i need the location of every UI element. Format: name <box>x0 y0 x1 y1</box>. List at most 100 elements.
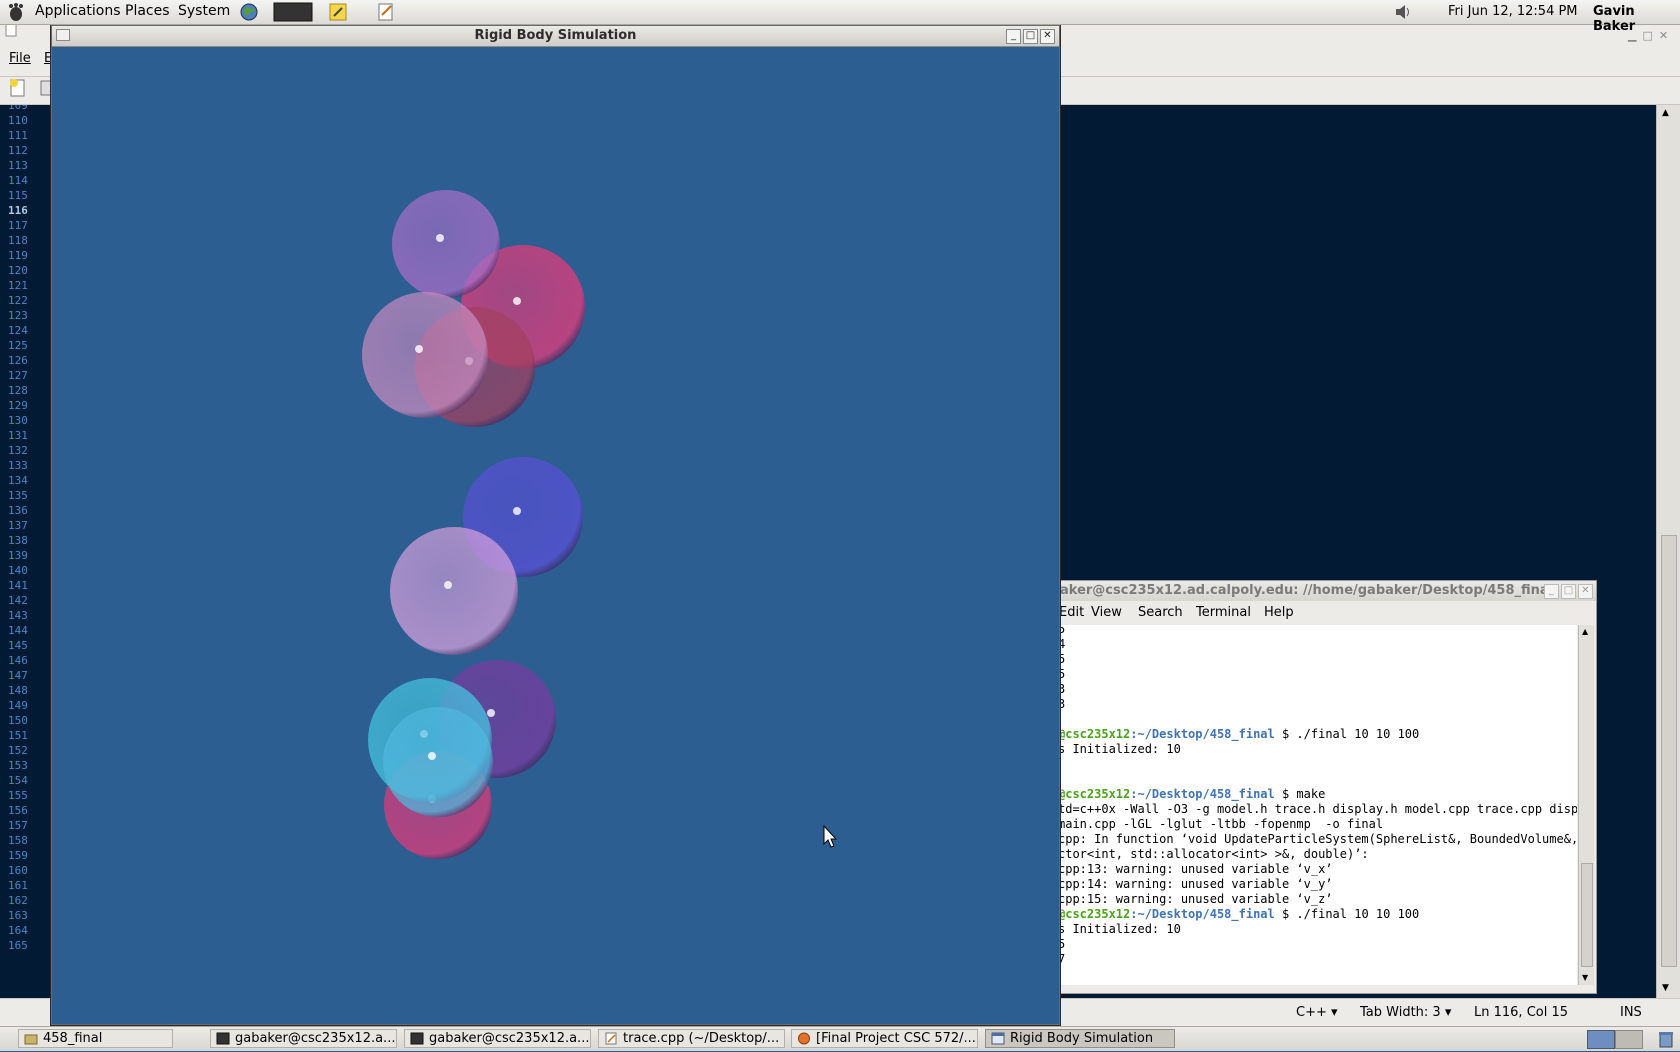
line-number: 164 <box>8 924 28 937</box>
line-number: 142 <box>8 594 28 607</box>
terminal-line: cpp: In function ‘void UpdateParticleSys… <box>1058 832 1577 846</box>
scroll-down-icon[interactable]: ▼ <box>1662 983 1669 993</box>
line-number: 160 <box>8 864 28 877</box>
line-number: 115 <box>8 189 28 202</box>
line-number: 137 <box>8 519 28 532</box>
scroll-up-icon[interactable]: ▲ <box>1582 627 1588 636</box>
task-label: gabaker@csc235x12.a... <box>235 1031 396 1046</box>
line-number: 110 <box>8 114 28 127</box>
task-terminal-2[interactable]: gabaker@csc235x12.a... <box>404 1029 591 1048</box>
terminal-line: 5 <box>1058 667 1066 681</box>
web-browser-icon[interactable] <box>239 2 259 22</box>
prompt-user: @csc235x12 <box>1058 907 1131 921</box>
sphere-highlight <box>436 234 444 242</box>
simulation-titlebar[interactable]: Rigid Body Simulation _ □ ✕ <box>52 26 1059 47</box>
user-name[interactable]: Gavin Baker <box>1593 4 1680 34</box>
simulation-canvas[interactable] <box>54 48 1054 1020</box>
line-number: 133 <box>8 459 28 472</box>
line-number: 127 <box>8 369 28 382</box>
task-folder[interactable]: 458_final <box>18 1029 173 1048</box>
simulation-title: Rigid Body Simulation <box>474 28 637 43</box>
terminal-menu-search[interactable]: Search <box>1138 605 1183 620</box>
line-number: 116 <box>8 204 28 217</box>
terminal-titlebar[interactable]: aker@csc235x12.ad.calpoly.edu: //home/ga… <box>1056 581 1596 601</box>
sphere-highlight <box>487 709 495 717</box>
line-number: 158 <box>8 834 28 847</box>
line-number: 122 <box>8 294 28 307</box>
close-icon[interactable]: ✕ <box>1578 584 1593 599</box>
line-number: 147 <box>8 669 28 682</box>
terminal-menu-terminal[interactable]: Terminal <box>1196 605 1251 620</box>
line-number: 140 <box>8 564 28 577</box>
terminal-title: aker@csc235x12.ad.calpoly.edu: //home/ga… <box>1060 583 1554 598</box>
terminal-menu-edit[interactable]: Edit <box>1059 605 1084 620</box>
tab-width-selector[interactable]: Tab Width: 3 ▾ <box>1360 1005 1451 1020</box>
line-number: 121 <box>8 279 28 292</box>
line-number: 165 <box>8 939 28 952</box>
terminal-scrollbar[interactable]: ▲ ▼ <box>1578 625 1594 985</box>
notes-icon[interactable] <box>328 2 348 22</box>
line-number: 113 <box>8 159 28 172</box>
gnome-foot-icon[interactable] <box>6 2 26 22</box>
line-number: 123 <box>8 309 28 322</box>
terminal-line: 3 <box>1058 697 1066 711</box>
terminal-line: main.cpp -lGL -lglut -ltbb -fopenmp -o f… <box>1058 817 1384 831</box>
task-label: [Final Project CSC 572/... <box>816 1031 976 1046</box>
prompt-path: :~/Desktop/458_final <box>1130 787 1275 801</box>
line-number: 109 <box>8 105 28 112</box>
terminal-line: 5 <box>1058 652 1066 666</box>
text-editor-launcher-icon[interactable] <box>376 2 396 22</box>
menu-applications[interactable]: Applications <box>35 3 121 19</box>
task-label: trace.cpp (~/Desktop/... <box>623 1031 780 1046</box>
mouse-cursor-icon <box>823 824 838 848</box>
simulation-window: Rigid Body Simulation _ □ ✕ <box>51 25 1060 1025</box>
menu-system[interactable]: System <box>178 3 230 19</box>
sphere-highlight <box>513 297 521 305</box>
terminal-output[interactable]: 5 4 5 5 3 3 @csc235x12:~/Desktop/458_final $ .… <box>1058 625 1577 985</box>
line-number: 162 <box>8 894 28 907</box>
clock[interactable]: Fri Jun 12, 12:54 PM <box>1448 4 1578 19</box>
task-text-editor[interactable]: trace.cpp (~/Desktop/... <box>598 1029 785 1048</box>
scroll-down-icon[interactable]: ▼ <box>1582 973 1588 982</box>
task-rigid-body-simulation[interactable]: Rigid Body Simulation <box>985 1029 1175 1048</box>
task-label: 458_final <box>43 1031 103 1046</box>
language-selector[interactable]: C++ ▾ <box>1296 1005 1338 1020</box>
volume-icon[interactable] <box>1393 2 1413 22</box>
workspace-2[interactable] <box>1615 1030 1643 1049</box>
terminal-line: s Initialized: 10 <box>1058 922 1181 936</box>
line-number: 128 <box>8 384 28 397</box>
maximize-icon[interactable]: □ <box>1023 29 1038 44</box>
line-number: 161 <box>8 879 28 892</box>
minimize-icon[interactable]: _ <box>1544 584 1559 599</box>
scroll-thumb[interactable] <box>1661 535 1677 967</box>
terminal-menu-view[interactable]: View <box>1091 605 1122 620</box>
terminal-menubar: Edit View Search Terminal Help <box>1056 602 1596 624</box>
trash-icon[interactable] <box>1657 1030 1675 1052</box>
scroll-up-icon[interactable]: ▲ <box>1662 108 1669 118</box>
workspace-switcher[interactable] <box>1587 1030 1643 1049</box>
terminal-launcher-icon[interactable] <box>272 2 314 22</box>
line-number: 129 <box>8 399 28 412</box>
terminal-line: 4 <box>1058 637 1066 651</box>
menu-places[interactable]: Places <box>125 3 170 19</box>
line-number: 112 <box>8 144 28 157</box>
close-icon[interactable]: ✕ <box>1040 29 1055 44</box>
sphere-highlight <box>415 345 423 353</box>
scroll-thumb[interactable] <box>1581 863 1593 967</box>
workspace-1[interactable] <box>1587 1030 1615 1049</box>
line-number: 159 <box>8 849 28 862</box>
line-number: 157 <box>8 819 28 832</box>
editor-scrollbar[interactable]: ▲ ▼ <box>1656 105 1680 998</box>
terminal-line: 7 <box>1058 952 1066 966</box>
terminal-line: cpp:15: warning: unused variable ‘v_z’ <box>1058 892 1333 906</box>
task-terminal-1[interactable]: gabaker@csc235x12.a... <box>210 1029 397 1048</box>
terminal-line: s Initialized: 10 <box>1058 742 1181 756</box>
maximize-icon[interactable]: □ <box>1561 584 1576 599</box>
minimize-icon[interactable]: _ <box>1006 29 1021 44</box>
line-number: 114 <box>8 174 28 187</box>
task-browser[interactable]: [Final Project CSC 572/... <box>791 1029 978 1048</box>
sphere <box>390 527 518 655</box>
terminal-menu-help[interactable]: Help <box>1264 605 1294 620</box>
